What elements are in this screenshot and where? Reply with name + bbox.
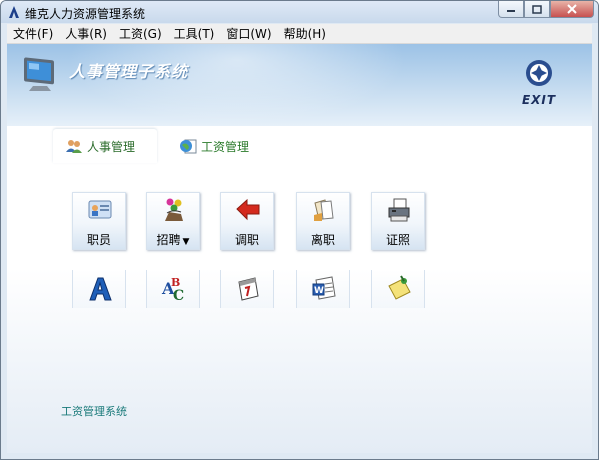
tile-employee-label: 职员 — [86, 233, 111, 247]
maximize-button[interactable] — [524, 1, 550, 18]
tile-resign-label: 离职 — [310, 233, 335, 247]
tab-personnel[interactable]: 人事管理 — [53, 129, 157, 163]
caption-buttons — [498, 1, 594, 19]
sticky-note-icon — [388, 275, 411, 300]
svg-text:W: W — [314, 286, 324, 296]
salary-system-link[interactable]: 工资管理系统 — [61, 403, 127, 419]
menu-help[interactable]: 帮助(H) — [278, 25, 332, 42]
tab-personnel-label: 人事管理 — [87, 139, 136, 154]
tile-recruit[interactable]: 招聘 ▼ — [146, 192, 200, 250]
tile-word-doc[interactable]: W — [296, 270, 350, 308]
menu-file[interactable]: 文件(F) — [7, 25, 59, 42]
red-arrow-icon — [236, 198, 260, 221]
app-window: 维克人力资源管理系统 文件(F) 人事(R) 工资(G) 工具(T) 窗口(W)… — [0, 0, 599, 460]
exit-icon — [526, 60, 552, 86]
window-title: 维克人力资源管理系统 — [25, 7, 146, 21]
banner-glow — [67, 44, 407, 126]
tile-font[interactable] — [72, 270, 126, 308]
tile-license[interactable]: 证照 — [371, 192, 425, 250]
main-panel: 人事管理子系统 EXIT 人事管理 工资管理 职员 招聘 ▼ 调职 离职 证照 … — [7, 44, 592, 453]
minimize-icon — [507, 10, 515, 12]
tile-recruit-label: 招聘 ▼ — [156, 233, 190, 247]
tile-transfer-label: 调职 — [234, 233, 259, 247]
title-bar[interactable]: 维克人力资源管理系统 — [1, 1, 598, 23]
globe-document-icon — [180, 139, 197, 154]
printer-icon — [388, 198, 410, 222]
tile-spelling[interactable]: A B C — [146, 270, 200, 308]
exit-label: EXIT — [521, 93, 557, 107]
menu-personnel[interactable]: 人事(R) — [59, 25, 113, 42]
dropdown-arrow-icon[interactable]: ▼ — [183, 237, 190, 247]
menu-window[interactable]: 窗口(W) — [220, 25, 277, 42]
minimize-button[interactable] — [498, 1, 524, 18]
tab-salary-label: 工资管理 — [201, 139, 250, 154]
font-a-icon — [89, 277, 112, 301]
subsystem-title: 人事管理子系统 — [69, 62, 189, 81]
tile-calendar[interactable] — [220, 270, 274, 308]
menu-bar: 文件(F) 人事(R) 工资(G) 工具(T) 窗口(W) 帮助(H) — [7, 24, 592, 44]
tile-resign[interactable]: 离职 — [296, 192, 350, 250]
menu-tools[interactable]: 工具(T) — [168, 25, 221, 42]
close-button[interactable] — [550, 1, 594, 18]
monitor-icon — [24, 57, 54, 91]
calendar-icon — [238, 277, 259, 301]
menu-salary[interactable]: 工资(G) — [113, 25, 168, 42]
abc-icon: A B C — [161, 276, 184, 302]
tab-salary[interactable]: 工资管理 — [167, 129, 277, 163]
tile-transfer[interactable]: 调职 — [220, 192, 274, 250]
word-document-icon: W — [312, 276, 336, 300]
module-tabs: 人事管理 工资管理 — [7, 127, 592, 163]
recruit-balls-icon — [165, 198, 183, 221]
tile-notes[interactable] — [371, 270, 425, 308]
documents-icon — [314, 199, 334, 221]
close-icon — [567, 4, 577, 14]
people-icon — [66, 140, 82, 153]
tile-employee[interactable]: 职员 — [72, 192, 126, 250]
maximize-icon — [532, 4, 542, 14]
header-banner: 人事管理子系统 EXIT — [7, 44, 592, 126]
svg-text:C: C — [173, 288, 184, 302]
tile-license-label: 证照 — [385, 233, 410, 247]
app-logo-icon — [9, 6, 19, 18]
exit-button[interactable]: EXIT — [519, 58, 559, 107]
id-card-icon — [88, 200, 112, 219]
